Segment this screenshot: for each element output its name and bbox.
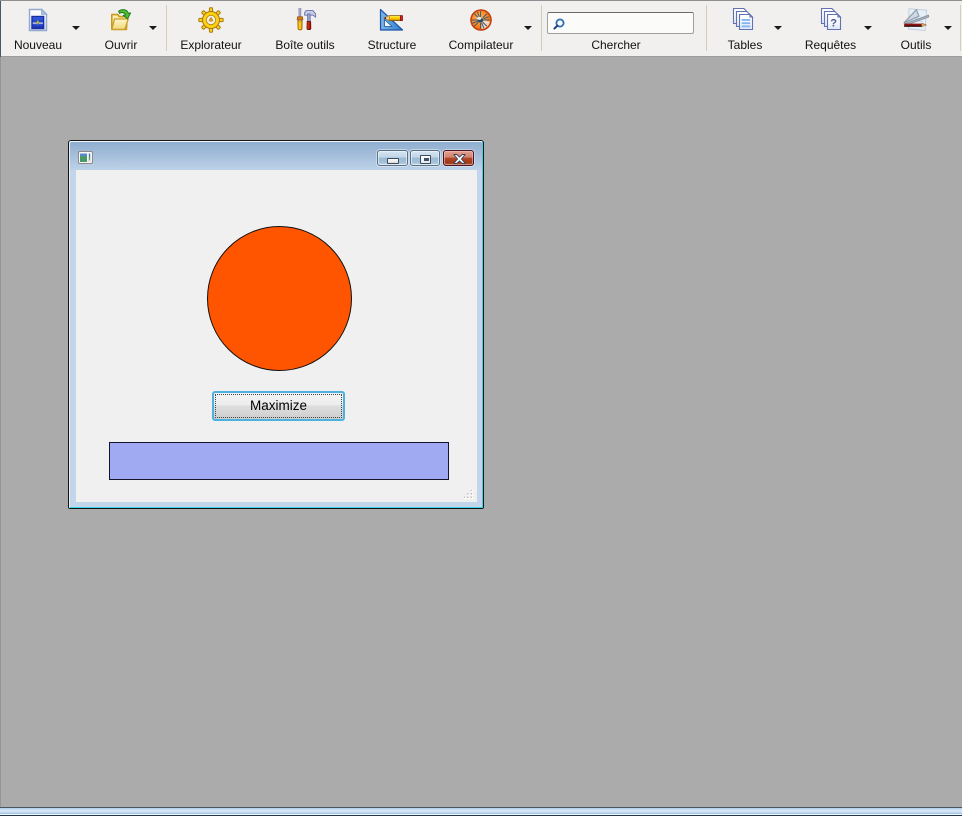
- svg-text:?: ?: [830, 18, 837, 30]
